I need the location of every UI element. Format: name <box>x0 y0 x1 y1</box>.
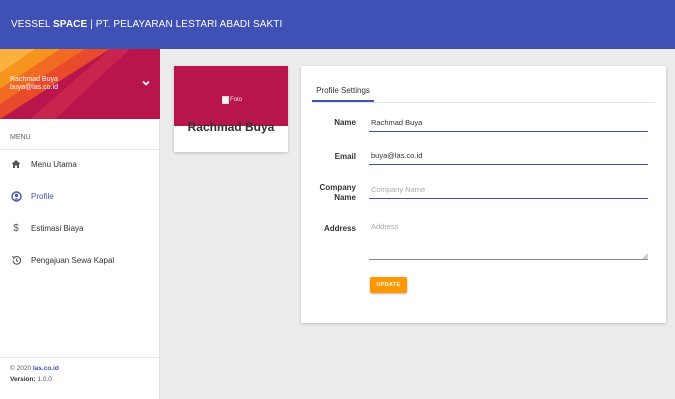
tab-divider <box>312 102 655 103</box>
broken-image-icon <box>222 96 229 104</box>
chevron-down-icon[interactable] <box>139 76 153 90</box>
company-name: | PT. PELAYARAN LESTARI ABADI SAKTI <box>87 19 283 30</box>
user-email: buya@las.co.id <box>10 84 58 91</box>
dollar-icon: $ <box>13 222 19 234</box>
footer-version: Version: 1.0.0 <box>10 376 52 383</box>
email-label: Email <box>334 152 356 161</box>
name-field[interactable] <box>369 115 648 132</box>
version-value: 1.0.0 <box>37 376 52 383</box>
sidebar-item-label: Menu Utama <box>31 159 77 169</box>
sidebar-item-pengajuan-sewa-kapal[interactable]: Pengajuan Sewa Kapal <box>10 252 114 268</box>
menu-divider <box>0 149 160 150</box>
profile-settings-card: Profile Settings Name Email Company Name… <box>301 66 666 323</box>
profile-photo: Foto <box>222 96 242 104</box>
sidebar-item-estimasi-biaya[interactable]: $ Estimasi Biaya <box>10 220 83 236</box>
update-button[interactable]: UPDATE <box>370 277 407 293</box>
history-icon <box>10 254 22 266</box>
sidebar-item-profile[interactable]: Profile <box>10 188 54 204</box>
sidebar-item-label: Pengajuan Sewa Kapal <box>31 255 115 265</box>
sidebar-item-label: Profile <box>31 191 54 201</box>
tab-profile-settings[interactable]: Profile Settings <box>312 79 374 101</box>
name-label: Name <box>334 118 356 127</box>
company-label-line1: Company <box>319 183 356 192</box>
email-field[interactable] <box>369 148 648 165</box>
brand-prefix: VESSEL <box>11 19 54 30</box>
address-field[interactable] <box>369 220 648 260</box>
user-name: Rachmad Buya <box>10 76 58 83</box>
sidebar: Rachmad Buya buya@las.co.id MENU Menu Ut… <box>0 49 160 399</box>
copyright-text: © 2020 <box>10 365 33 372</box>
app-title: VESSEL SPACE | PT. PELAYARAN LESTARI ABA… <box>11 19 282 30</box>
menu-header: MENU <box>10 134 31 141</box>
company-name-label: Company Name <box>301 183 356 203</box>
company-name-field[interactable] <box>369 182 648 199</box>
sidebar-item-label: Estimasi Biaya <box>31 223 84 233</box>
resize-grip-icon[interactable] <box>643 254 648 259</box>
company-label-line2: Name <box>334 193 356 202</box>
account-circle-icon <box>10 190 22 202</box>
version-label: Version: <box>10 376 38 383</box>
sidebar-item-menu-utama[interactable]: Menu Utama <box>10 156 77 172</box>
brand-bold: SPACE <box>53 19 88 30</box>
address-label: Address <box>323 224 356 233</box>
profile-photo-alt: Foto <box>230 97 243 103</box>
footer-copyright: © 2020 las.co.id <box>10 365 59 372</box>
app-header: VESSEL SPACE | PT. PELAYARAN LESTARI ABA… <box>0 0 675 49</box>
footer-divider <box>0 357 160 358</box>
profile-card: Foto Rachmad Buya <box>174 66 288 152</box>
profile-name: Rachmad Buya <box>187 120 275 134</box>
user-panel[interactable]: Rachmad Buya buya@las.co.id <box>0 49 160 119</box>
footer-link[interactable]: las.co.id <box>33 365 59 372</box>
home-icon <box>10 158 22 170</box>
